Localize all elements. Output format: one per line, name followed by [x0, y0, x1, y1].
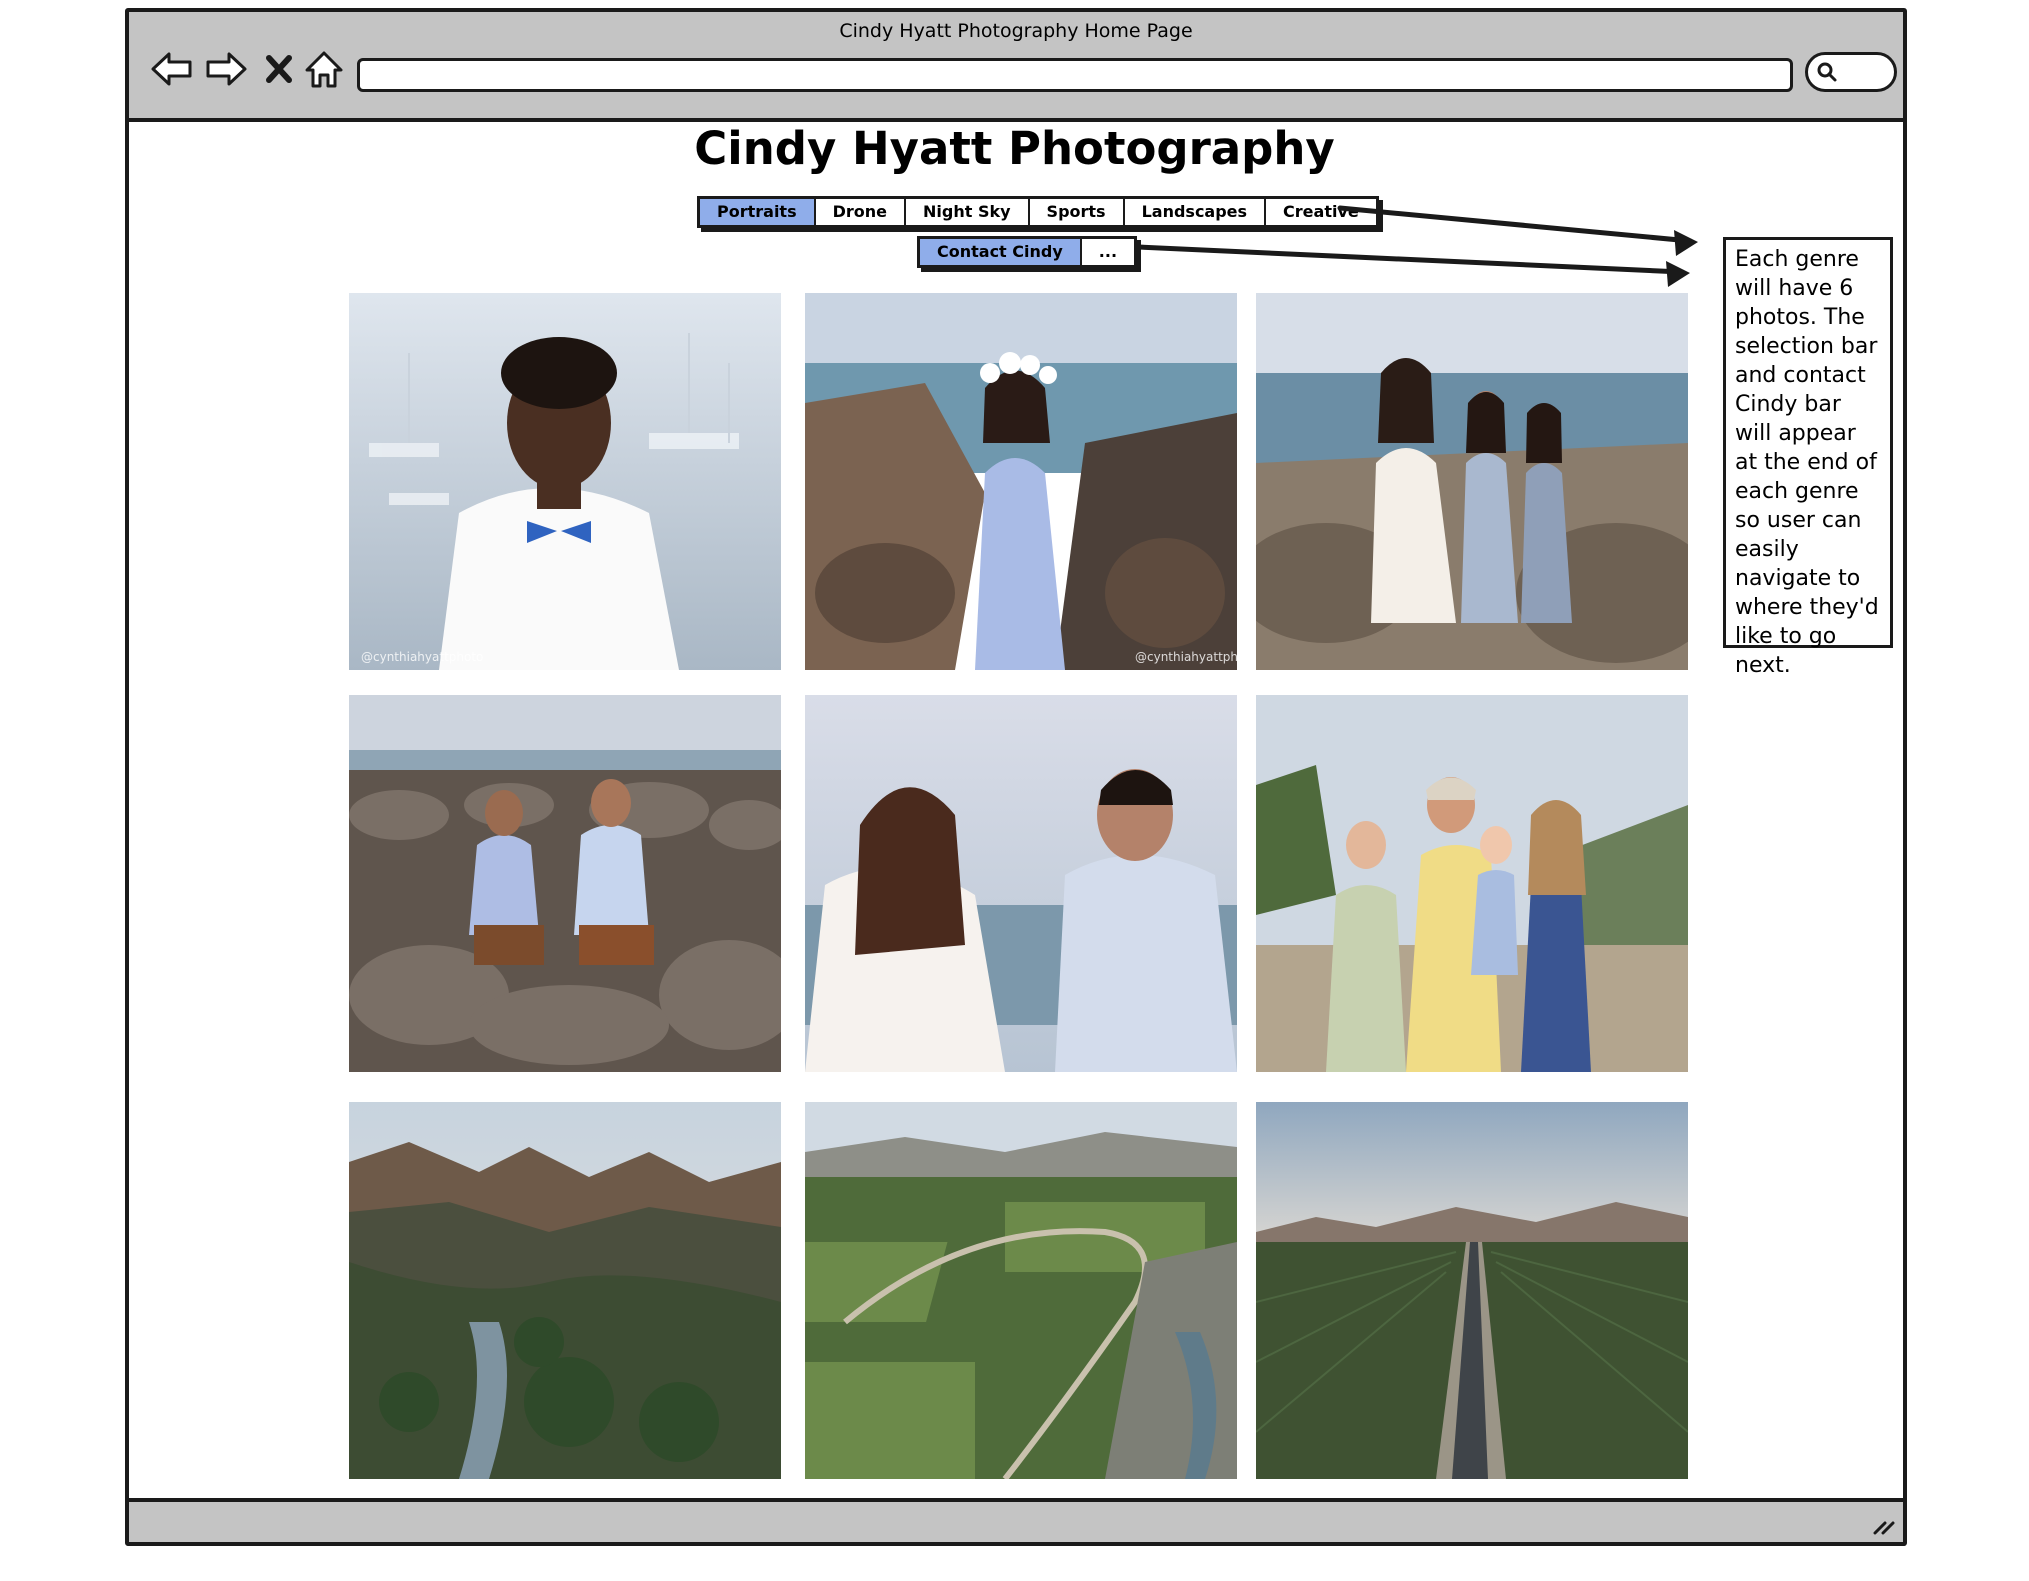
contact-tab-contact-cindy[interactable]: Contact Cindy [920, 239, 1082, 265]
genre-tab-bar: Portraits Drone Night Sky Sports Landscapes C… [697, 196, 1379, 228]
resize-grip-icon[interactable] [1871, 1514, 1897, 1536]
photo-mountain-valley[interactable] [349, 1102, 781, 1479]
contact-tab-more[interactable]: ... [1082, 239, 1134, 265]
tab-portraits[interactable]: Portraits [700, 199, 816, 225]
home-icon[interactable] [301, 46, 347, 92]
photo-family-mother-daughters[interactable] [1256, 293, 1688, 670]
photo-couple-sea[interactable] [805, 695, 1237, 1072]
photo-maternity[interactable]: @cynthiahyattphoto [805, 293, 1237, 670]
photo-vineyard-aerial[interactable] [805, 1102, 1237, 1479]
photo-road-vineyards[interactable] [1256, 1102, 1688, 1479]
window-title: Cindy Hyatt Photography Home Page [839, 20, 1193, 42]
photo-watermark: @cynthiahyattphoto [361, 650, 483, 664]
search-field[interactable] [1805, 52, 1897, 92]
url-input[interactable] [357, 58, 1793, 92]
close-icon[interactable] [257, 46, 303, 92]
photo-portrait-man[interactable]: @cynthiahyattphoto [349, 293, 781, 670]
status-bar [129, 1498, 1903, 1542]
tab-night-sky[interactable]: Night Sky [906, 199, 1030, 225]
tab-sports[interactable]: Sports [1030, 199, 1125, 225]
forward-arrow-icon[interactable] [203, 46, 249, 92]
photo-family-hilltop[interactable] [1256, 695, 1688, 1072]
tab-creative[interactable]: Creative [1266, 199, 1376, 225]
search-icon [1817, 62, 1837, 82]
photo-watermark: @cynthiahyattphoto [1135, 650, 1237, 664]
photo-two-men-rocks[interactable] [349, 695, 781, 1072]
contact-tab-bar: Contact Cindy... [917, 236, 1138, 268]
back-arrow-icon[interactable] [149, 46, 195, 92]
tab-drone[interactable]: Drone [816, 199, 907, 225]
tab-landscapes[interactable]: Landscapes [1125, 199, 1267, 225]
annotation-note: Each genre will have 6 photos. The selec… [1723, 237, 1893, 678]
page-title: Cindy Hyatt Photography [694, 122, 1335, 175]
browser-chrome: Cindy Hyatt Photography Home Page [129, 12, 1903, 122]
